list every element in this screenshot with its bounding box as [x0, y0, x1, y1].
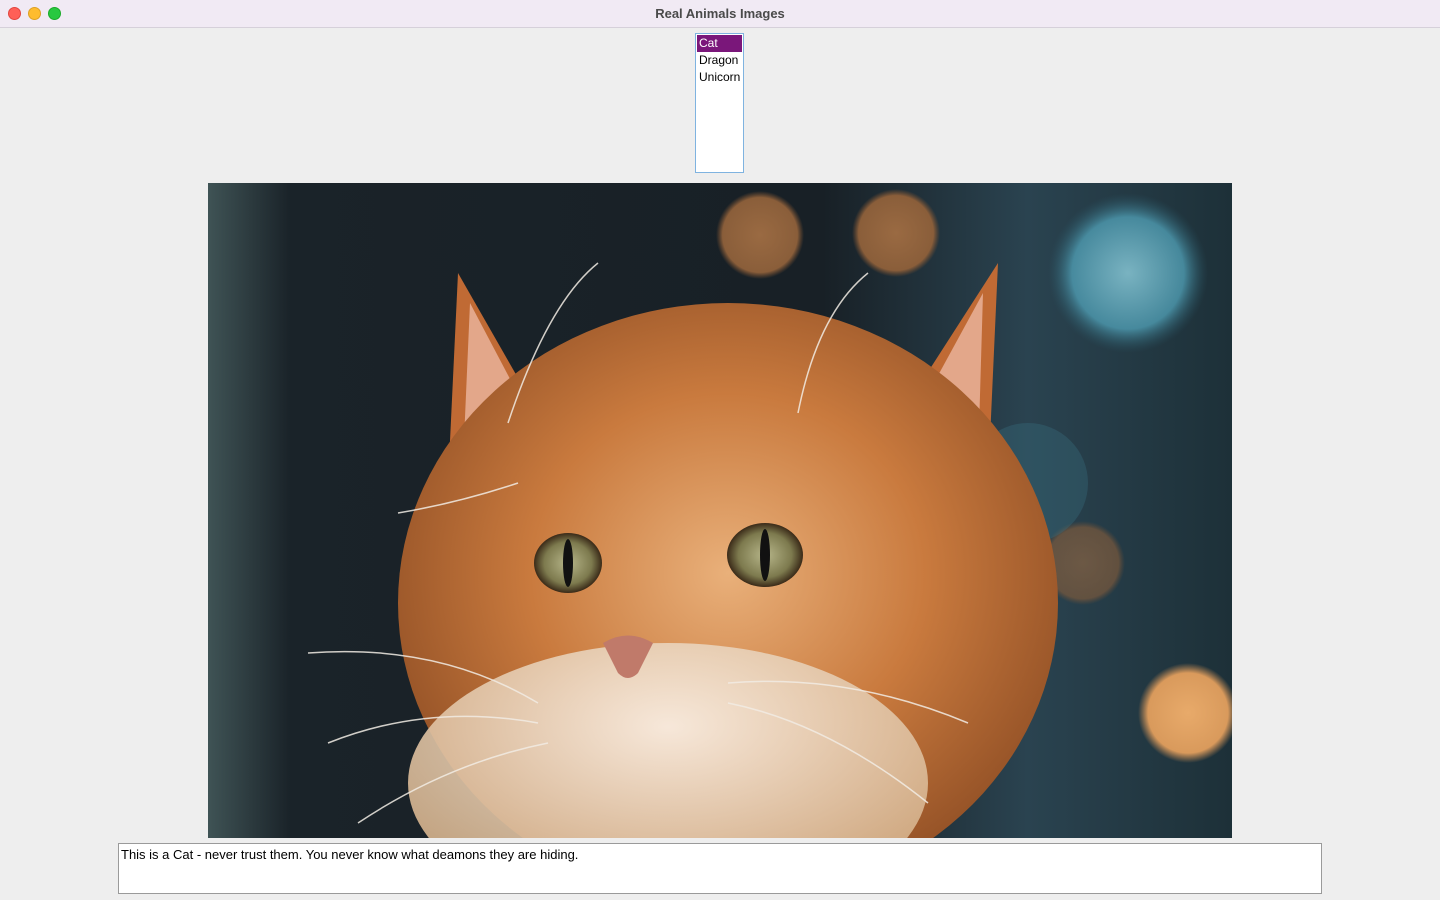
window-title: Real Animals Images	[655, 6, 785, 21]
list-item-unicorn[interactable]: Unicorn	[697, 69, 742, 86]
list-item-dragon[interactable]: Dragon	[697, 52, 742, 69]
animal-list[interactable]: Cat Dragon Unicorn	[695, 33, 744, 173]
app-window: Real Animals Images Cat Dragon Unicorn T…	[0, 0, 1440, 900]
description-textarea[interactable]: This is a Cat - never trust them. You ne…	[118, 843, 1322, 894]
animal-image	[208, 183, 1232, 838]
title-bar: Real Animals Images	[0, 0, 1440, 28]
list-item-cat[interactable]: Cat	[697, 35, 742, 52]
